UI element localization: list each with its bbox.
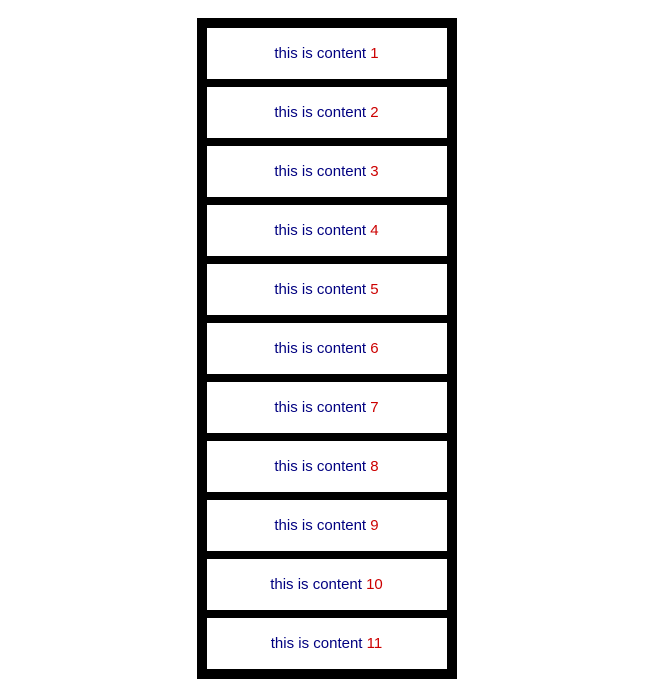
content-item-6: this is content 6 <box>205 321 449 376</box>
content-item-11: this is content 11 <box>205 616 449 671</box>
content-number-1: 1 <box>370 45 378 62</box>
content-number-8: 8 <box>370 458 378 475</box>
content-item-3: this is content 3 <box>205 144 449 199</box>
content-label-5: this is content 5 <box>274 281 378 298</box>
content-item-9: this is content 9 <box>205 498 449 553</box>
content-item-4: this is content 4 <box>205 203 449 258</box>
content-label-10: this is content 10 <box>270 576 383 593</box>
content-label-9: this is content 9 <box>274 517 378 534</box>
content-number-6: 6 <box>370 340 378 357</box>
content-label-6: this is content 6 <box>274 340 378 357</box>
content-item-8: this is content 8 <box>205 439 449 494</box>
content-label-3: this is content 3 <box>274 163 378 180</box>
content-number-9: 9 <box>370 517 378 534</box>
content-label-4: this is content 4 <box>274 222 378 239</box>
content-number-3: 3 <box>370 163 378 180</box>
content-list: this is content 1 this is content 2 this i… <box>197 18 457 679</box>
content-number-10: 10 <box>366 576 383 593</box>
content-number-11: 11 <box>367 635 383 652</box>
content-label-7: this is content 7 <box>274 399 378 416</box>
content-item-7: this is content 7 <box>205 380 449 435</box>
content-label-2: this is content 2 <box>274 104 378 121</box>
content-item-5: this is content 5 <box>205 262 449 317</box>
content-item-2: this is content 2 <box>205 85 449 140</box>
content-number-2: 2 <box>370 104 378 121</box>
content-item-1: this is content 1 <box>205 26 449 81</box>
content-number-4: 4 <box>370 222 378 239</box>
content-label-1: this is content 1 <box>274 45 378 62</box>
content-label-11: this is content 11 <box>271 635 382 652</box>
content-number-5: 5 <box>370 281 378 298</box>
content-item-10: this is content 10 <box>205 557 449 612</box>
content-label-8: this is content 8 <box>274 458 378 475</box>
content-number-7: 7 <box>370 399 378 416</box>
